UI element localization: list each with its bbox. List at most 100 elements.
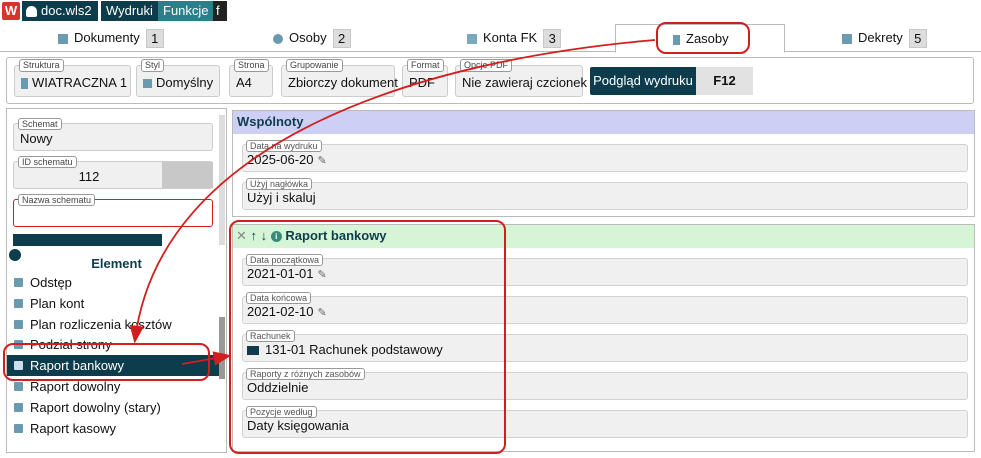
list-item[interactable]: Odstęp [7,272,219,293]
field-label: Pozycje według [246,406,317,418]
item-label: Odstęp [30,275,72,290]
wydruki-button[interactable]: Wydruki [101,1,158,21]
raporty-zasobow-field[interactable]: Raporty z różnych zasobów Oddzielnie [242,368,968,400]
field-value: 2021-02-10 ✎ [247,304,328,319]
strona-value: A4 [236,75,252,90]
id-value: 112 [78,169,100,184]
struktura-value: WIATRACZNA 1 [21,75,127,90]
close-icon[interactable]: ✕ [236,228,247,243]
struktura-field[interactable]: Struktura WIATRACZNA 1 [14,59,131,97]
top-scrollbar[interactable] [219,115,225,245]
field-label: ID schematu [18,156,77,168]
field-value: 131-01 Rachunek podstawowy [247,342,443,357]
pencil-icon[interactable]: ✎ [318,307,328,318]
list-item[interactable]: Podział strony [7,334,219,355]
item-label: Raport dowolny [30,379,121,394]
field-label: Data na wydruku [246,140,322,152]
app-logo: W [2,2,20,20]
tab-konta-fk[interactable]: Konta FK 3 [467,24,562,52]
f-button[interactable]: f [213,1,227,21]
field-label: Strona [234,59,269,72]
field-label: Opcje PDF [460,59,513,72]
data-na-wydruku-field[interactable]: Data na wydruku 2025-06-20 ✎ [242,140,968,172]
field-label: Data końcowa [246,292,312,304]
field-value: Użyj i skaluj [247,190,316,205]
pencil-icon[interactable]: ✎ [318,269,328,280]
tab-dekrety[interactable]: Dekrety 5 [842,24,927,52]
wspolnoty-section: Wspólnoty Data na wydruku 2025-06-20 ✎ Uż… [232,110,975,217]
grupowanie-value: Zbiorczy dokument [288,75,398,90]
struktura-text: WIATRACZNA 1 [32,75,128,90]
field-value: Daty księgowania [247,418,349,433]
item-label: Podział strony [30,337,112,352]
opcje-value: Nie zawieraj czcionek [462,75,587,90]
field-value: 2025-06-20 ✎ [247,152,328,167]
field-label: Użyj nagłówka [246,178,313,190]
list-item-selected[interactable]: Raport bankowy [7,355,219,376]
list-item[interactable]: Plan rozliczenia kosztów [7,314,219,335]
list-item[interactable]: Plan kont [7,293,219,314]
field-value: 2021-01-01 ✎ [247,266,328,281]
format-field[interactable]: Format PDF [402,59,448,97]
arrow-up-icon[interactable]: ↑ [251,228,258,243]
list-item[interactable]: Raport dowolny [7,376,219,397]
tab-osoby[interactable]: Osoby 2 [273,24,351,52]
schemat-value: Nowy [20,131,53,146]
rachunek-field[interactable]: Rachunek 131-01 Rachunek podstawowy [242,330,968,362]
tab-count: 5 [908,29,927,49]
uzyj-naglowka-field[interactable]: Użyj nagłówka Użyj i skaluj [242,178,968,210]
list-item[interactable]: Raport dowolny (stary) [7,397,219,418]
pencil-icon[interactable]: ✎ [318,155,328,166]
schemat-field[interactable]: Schemat Nowy [13,118,213,151]
data-poczatkowa-field[interactable]: Data początkowa 2021-01-01 ✎ [242,254,968,286]
tab-label: Dekrety [858,30,903,45]
element-scrollbar[interactable] [219,317,225,379]
field-label: Schemat [18,118,62,130]
preview-button[interactable]: Podgląd wydruku [590,67,696,95]
tab-label: Zasoby [686,31,729,46]
element-header: Element [91,256,142,271]
id-schematu-field[interactable]: ID schematu 112 [13,156,213,189]
strona-field[interactable]: Strona A4 [229,59,273,97]
info-icon[interactable]: i [270,231,282,243]
field-label: Nazwa schematu [18,194,96,206]
save-bar[interactable] [13,234,162,246]
funkcje-button[interactable]: Funkcje [158,1,214,21]
folder-icon [467,33,477,44]
tab-count: 3 [543,29,562,49]
tab-label: Osoby [289,30,327,45]
opcje-pdf-field[interactable]: Opcje PDF Nie zawieraj czcionek [455,59,587,97]
field-label: Format [407,59,444,72]
tab-zasoby[interactable]: Zasoby [615,24,785,53]
left-panel: Schemat Nowy ID schematu 112 Nazwa schem… [6,108,227,453]
tab-dokumenty[interactable]: Dokumenty 1 [58,24,164,52]
grupowanie-field[interactable]: Grupowanie Zbiorczy dokument [281,59,398,97]
document-icon [58,33,68,44]
pozycje-wedlug-field[interactable]: Pozycje według Daty księgowania [242,406,968,438]
nazwa-schematu-field[interactable]: Nazwa schematu [13,194,213,227]
document-icon [842,33,852,44]
styl-text: Domyślny [156,75,214,90]
top-bar: W doc.wls2 Wydruki Funkcje f [0,0,981,22]
tab-label: Dokumenty [74,30,140,45]
element-icon [14,320,23,329]
arrow-down-icon[interactable]: ↓ [261,228,268,243]
user-icon [26,6,37,18]
raport-section: ✕ ↑ ↓ i Raport bankowy Data początkowa 2… [232,224,975,452]
field-label: Raporty z różnych zasobów [246,368,365,380]
f12-shortcut[interactable]: F12 [696,67,753,95]
list-item[interactable]: Raport kasowy [7,418,219,439]
tab-count: 2 [332,29,351,49]
building-icon [21,78,28,90]
id-side-block [162,162,213,188]
item-label: Plan rozliczenia kosztów [30,317,172,332]
element-icon [14,278,23,287]
element-icon [14,403,23,412]
user-button[interactable]: doc.wls2 [22,1,98,21]
field-value: Oddzielnie [247,380,309,395]
item-label: Raport bankowy [30,358,124,373]
data-koncowa-field[interactable]: Data końcowa 2021-02-10 ✎ [242,292,968,324]
field-label: Data początkowa [246,254,324,266]
styl-field[interactable]: Styl Domyślny [136,59,220,97]
element-icon [14,299,23,308]
